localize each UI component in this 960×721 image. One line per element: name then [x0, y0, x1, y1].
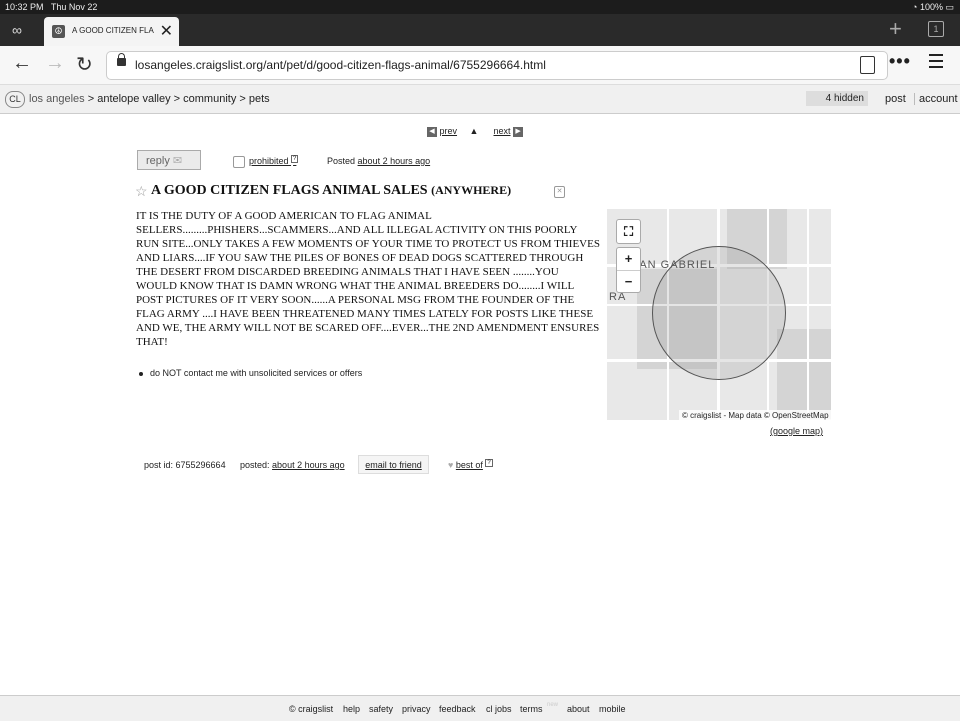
- next-link[interactable]: next: [493, 126, 510, 136]
- status-battery: ◔ 100% ▭: [912, 2, 954, 12]
- crumb-pets[interactable]: pets: [249, 93, 270, 105]
- footer-about[interactable]: about: [567, 704, 590, 714]
- reader-icon[interactable]: [860, 56, 875, 74]
- post-link[interactable]: post: [885, 93, 906, 105]
- plus-icon[interactable]: +: [889, 16, 902, 42]
- footer-cl-jobs[interactable]: cl jobs: [486, 704, 512, 714]
- reply-button[interactable]: reply ✉: [137, 150, 201, 170]
- help-icon[interactable]: ?: [485, 459, 493, 467]
- email-to-friend-button[interactable]: email to friend: [358, 455, 429, 474]
- prohibited-link[interactable]: prohibited ?: [249, 155, 299, 166]
- best-of-link[interactable]: ♥ best of ?: [448, 459, 493, 470]
- footer-safety[interactable]: safety: [369, 704, 393, 714]
- tab-bar: ∞ ☮ A GOOD CITIZEN FLAGS ANIMAL SALES ✕ …: [0, 14, 960, 46]
- menu-icon[interactable]: [929, 54, 943, 72]
- breadcrumb-links: los angeles > antelope valley > communit…: [29, 93, 270, 105]
- posting-title: A GOOD CITIZEN FLAGS ANIMAL SALES (ANYWH…: [151, 183, 512, 198]
- crumb-antelope-valley[interactable]: antelope valley: [97, 93, 170, 105]
- url-text: losangeles.craigslist.org/ant/pet/d/good…: [135, 58, 546, 72]
- prohibited-checkbox[interactable]: [233, 156, 245, 168]
- map-attribution[interactable]: © craigslist - Map data © OpenStreetMap: [679, 410, 832, 421]
- footer-copyright[interactable]: © craigslist: [289, 704, 333, 714]
- next-arrow-icon[interactable]: ▶: [513, 126, 524, 137]
- posted-date: Posted about 2 hours ago: [327, 156, 431, 166]
- status-bar: 10:32 PM Thu Nov 22 ◔ 100% ▭: [0, 0, 960, 14]
- zoom-in-button[interactable]: +: [617, 248, 640, 271]
- crumb-community[interactable]: community: [183, 93, 236, 105]
- footer-privacy[interactable]: privacy: [402, 704, 431, 714]
- browser-tab[interactable]: ☮ A GOOD CITIZEN FLAGS ANIMAL SALES ✕: [44, 17, 179, 46]
- pager: ◀ prev ▲ next ▶: [427, 126, 524, 137]
- mask-icon[interactable]: ∞: [12, 23, 34, 37]
- footer-help[interactable]: help: [343, 704, 360, 714]
- forward-icon[interactable]: →: [45, 52, 65, 75]
- nav-bar: ← → ↻ losangeles.craigslist.org/ant/pet/…: [0, 46, 960, 85]
- contact-notice: do NOT contact me with unsolicited servi…: [138, 368, 363, 378]
- prev-arrow-icon[interactable]: ◀: [427, 126, 437, 137]
- breadcrumb: CL los angeles > antelope valley > commu…: [0, 85, 960, 114]
- address-bar[interactable]: losangeles.craigslist.org/ant/pet/d/good…: [106, 51, 888, 80]
- post-date: posted: about 2 hours ago: [240, 460, 345, 470]
- map-label-san-gabriel: SAN GABRIEL: [631, 259, 716, 271]
- posting-body: IT IS THE DUTY OF A GOOD AMERICAN TO FLA…: [136, 210, 600, 348]
- google-map-link[interactable]: (google map): [770, 426, 823, 436]
- hidden-count-badge[interactable]: 4 hidden: [806, 91, 868, 106]
- prev-link[interactable]: prev: [440, 126, 458, 136]
- account-link[interactable]: account: [914, 93, 958, 105]
- footer-new-badge: new: [547, 702, 559, 708]
- help-icon[interactable]: ?: [291, 155, 299, 163]
- cl-logo[interactable]: CL: [5, 91, 25, 108]
- zoom-out-button[interactable]: −: [617, 271, 640, 293]
- more-icon[interactable]: •••: [889, 51, 911, 72]
- footer-terms[interactable]: terms: [520, 704, 543, 714]
- status-time: 10:32 PM Thu Nov 22: [5, 2, 98, 12]
- post-id: post id: 6755296664: [144, 460, 226, 470]
- zoom-control: + −: [616, 247, 641, 293]
- shield-icon[interactable]: ✕: [554, 186, 565, 198]
- up-arrow-icon[interactable]: ▲: [470, 126, 479, 136]
- envelope-icon: ✉: [172, 155, 183, 167]
- tabs-icon[interactable]: 1: [928, 21, 944, 37]
- footer-feedback[interactable]: feedback: [439, 704, 476, 714]
- footer: © craigslist help safety privacy feedbac…: [0, 695, 960, 721]
- peace-icon: ☮: [52, 25, 65, 38]
- footer-mobile[interactable]: mobile: [599, 704, 626, 714]
- crumb-location[interactable]: los angeles: [29, 93, 85, 105]
- fullscreen-icon[interactable]: ⛶: [616, 219, 641, 244]
- heart-icon: ♥: [448, 460, 454, 470]
- close-icon[interactable]: ✕: [160, 21, 173, 41]
- tab-title: A GOOD CITIZEN FLAGS ANIMAL SALES: [72, 26, 154, 35]
- lock-icon: [117, 53, 126, 66]
- back-icon[interactable]: ←: [12, 52, 32, 75]
- reload-icon[interactable]: ↻: [76, 52, 93, 77]
- star-icon[interactable]: ☆: [135, 183, 148, 200]
